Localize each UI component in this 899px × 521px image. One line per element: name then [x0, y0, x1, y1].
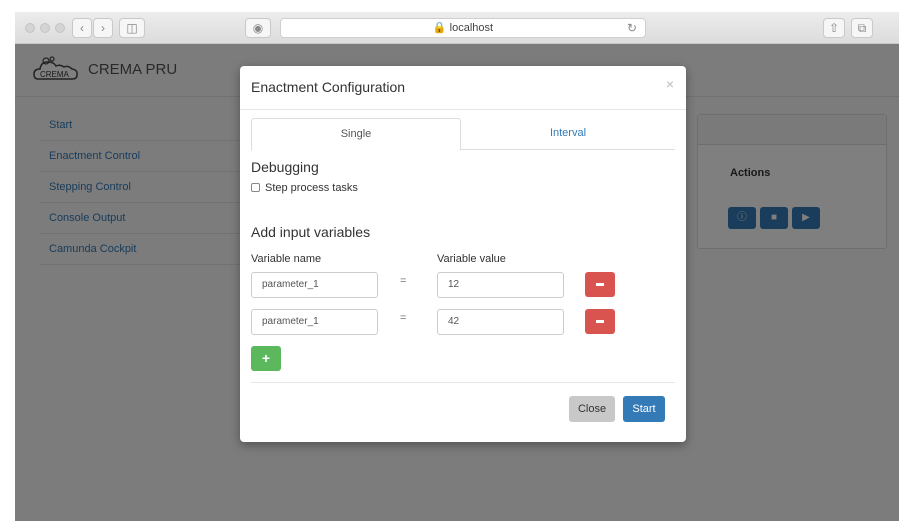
mode-tabs: Single Interval	[251, 118, 675, 151]
modal-header: Enactment Configuration ×	[240, 66, 686, 110]
variable-name-input[interactable]: parameter_1	[251, 309, 378, 335]
forward-icon[interactable]: ›	[93, 18, 113, 38]
variable-value-input[interactable]: 12	[437, 272, 564, 298]
close-window-dot[interactable]	[25, 23, 35, 33]
zoom-window-dot[interactable]	[55, 23, 65, 33]
browser-window: ‹ › ◫ ◉ 🔒 localhost ↻ ⇧ ⧉ CREMA CREMA PR…	[15, 12, 899, 521]
url-text: localhost	[449, 22, 494, 34]
equals-sign: =	[400, 312, 407, 324]
variable-name-label: Variable name	[251, 253, 322, 265]
share-icon[interactable]: ⇧	[823, 18, 845, 38]
debugging-heading: Debugging	[251, 159, 319, 175]
equals-sign: =	[400, 275, 407, 287]
step-process-tasks-label: Step process tasks	[265, 182, 358, 194]
start-button[interactable]: Start	[623, 396, 665, 422]
modal-title: Enactment Configuration	[251, 79, 406, 95]
step-process-tasks-checkbox[interactable]	[251, 183, 260, 192]
variable-name-input[interactable]: parameter_1	[251, 272, 378, 298]
minimize-window-dot[interactable]	[40, 23, 50, 33]
tabs-icon[interactable]: ⧉	[851, 18, 873, 38]
input-variables-heading: Add input variables	[251, 224, 371, 240]
add-variable-button[interactable]: +	[251, 346, 281, 371]
enactment-configuration-modal: Enactment Configuration × Single Interva…	[240, 66, 686, 442]
back-icon[interactable]: ‹	[72, 18, 92, 38]
variable-value-input[interactable]: 42	[437, 309, 564, 335]
close-button[interactable]: Close	[569, 396, 615, 422]
variable-value-label: Variable value	[437, 253, 506, 265]
step-process-tasks-option[interactable]: Step process tasks	[251, 182, 358, 194]
extension-icon[interactable]: ◉	[245, 18, 271, 38]
address-bar[interactable]: 🔒 localhost ↻	[280, 18, 646, 38]
remove-variable-button[interactable]	[585, 272, 615, 297]
modal-footer	[251, 382, 675, 383]
lock-icon: 🔒	[432, 22, 447, 34]
close-icon[interactable]: ×	[666, 76, 674, 92]
reload-icon[interactable]: ↻	[627, 19, 637, 37]
browser-toolbar: ‹ › ◫ ◉ 🔒 localhost ↻ ⇧ ⧉	[15, 12, 899, 44]
remove-variable-button[interactable]	[585, 309, 615, 334]
tab-interval[interactable]: Interval	[463, 118, 673, 150]
sidebar-toggle-icon[interactable]: ◫	[119, 18, 145, 38]
tab-single[interactable]: Single	[251, 118, 461, 151]
